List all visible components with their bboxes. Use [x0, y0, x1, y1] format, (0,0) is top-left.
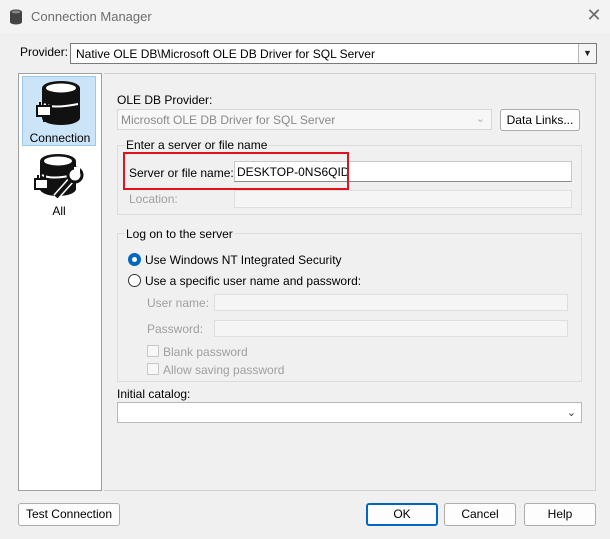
cancel-button[interactable]: Cancel — [444, 503, 516, 526]
database-wrench-icon — [34, 154, 84, 200]
sidebar-item-label: All — [52, 204, 66, 218]
window-title: Connection Manager — [31, 9, 152, 24]
chevron-down-icon[interactable]: ▼ — [578, 44, 596, 63]
sql-auth-label[interactable]: Use a specific user name and password: — [145, 274, 361, 288]
allow-saving-checkbox — [147, 363, 159, 375]
logon-group-legend: Log on to the server — [125, 227, 234, 241]
database-plug-icon — [36, 81, 80, 125]
username-input — [214, 294, 568, 311]
sql-auth-radio[interactable] — [128, 274, 141, 287]
oledb-provider-label: OLE DB Provider: — [117, 93, 213, 107]
annotation-highlight — [123, 152, 349, 190]
blank-password-checkbox — [147, 345, 159, 357]
chevron-down-icon[interactable]: ⌄ — [567, 406, 576, 419]
location-input — [234, 190, 572, 208]
sidebar-item-label: Connection — [29, 131, 91, 145]
initial-catalog-label: Initial catalog: — [117, 387, 191, 401]
initial-catalog-select[interactable]: ⌄ — [117, 402, 582, 423]
sidebar-item-all[interactable]: All — [22, 150, 96, 220]
oledb-provider-select: Microsoft OLE DB Driver for SQL Server ⌄ — [117, 109, 492, 130]
database-icon — [10, 9, 22, 25]
windows-auth-label[interactable]: Use Windows NT Integrated Security — [145, 253, 342, 267]
provider-value: Native OLE DB\Microsoft OLE DB Driver fo… — [76, 47, 375, 61]
provider-label: Provider: — [20, 45, 69, 59]
provider-select[interactable]: Native OLE DB\Microsoft OLE DB Driver fo… — [70, 43, 597, 64]
allow-saving-label: Allow saving password — [163, 363, 285, 377]
oledb-provider-value: Microsoft OLE DB Driver for SQL Server — [121, 113, 336, 127]
password-label: Password: — [147, 322, 204, 336]
help-button[interactable]: Help — [524, 503, 596, 526]
data-links-button[interactable]: Data Links... — [500, 109, 580, 131]
windows-auth-radio[interactable] — [128, 253, 141, 266]
close-icon[interactable]: ✕ — [582, 4, 606, 26]
ok-button[interactable]: OK — [366, 503, 438, 526]
username-label: User name: — [147, 296, 210, 310]
sidebar-item-connection[interactable]: Connection — [22, 76, 96, 146]
server-group-legend: Enter a server or file name — [125, 138, 269, 152]
chevron-down-icon: ⌄ — [475, 113, 485, 125]
location-label: Location: — [129, 192, 178, 206]
blank-password-label: Blank password — [163, 345, 248, 359]
password-input — [214, 320, 568, 337]
test-connection-button[interactable]: Test Connection — [18, 503, 120, 526]
